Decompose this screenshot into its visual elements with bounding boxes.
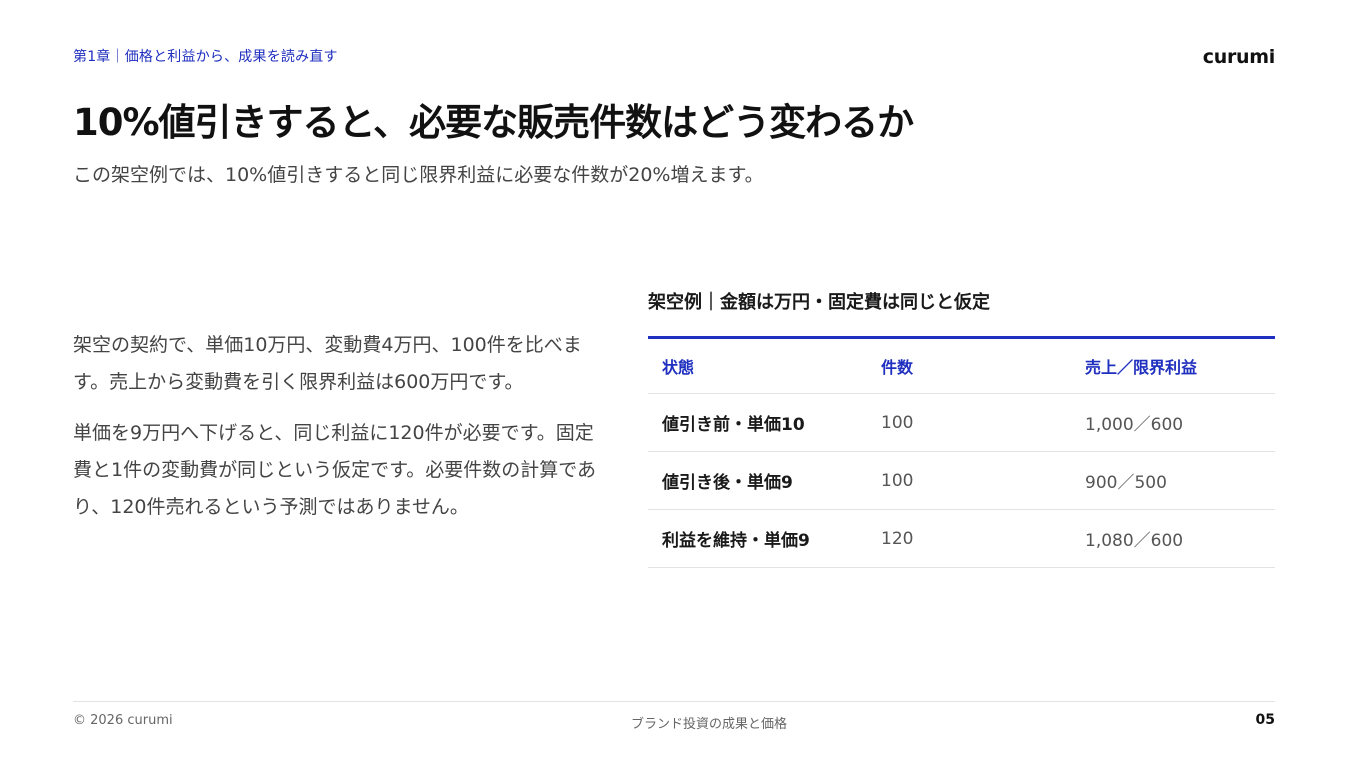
page-number: 05 (1255, 712, 1275, 728)
brand-logo: curumi (1202, 46, 1276, 68)
example-table-section: 架空例｜金額は万円・固定費は同じと仮定 状態 件数 売上／限界利益 値引き前・単… (648, 288, 1275, 568)
table-row: 利益を維持・単価9 120 1,080／600 (648, 509, 1275, 568)
cell-state: 値引き前・単価10 (648, 393, 867, 452)
table-row: 値引き前・単価10 100 1,000／600 (648, 393, 1275, 452)
footer-divider (73, 701, 1275, 702)
body-paragraph-2: 単価を9万円へ下げると、同じ利益に120件が必要です。固定費と1件の変動費が同じ… (73, 422, 596, 518)
column-header-sales-margin: 売上／限界利益 (1071, 337, 1275, 394)
body-paragraph-1: 架空の契約で、単価10万円、変動費4万円、100件を比べます。売上から変動費を引… (73, 334, 582, 393)
column-header-state: 状態 (648, 337, 867, 394)
cell-sales-margin: 1,000／600 (1071, 393, 1275, 452)
table-caption: 架空例｜金額は万円・固定費は同じと仮定 (648, 292, 990, 313)
example-table: 状態 件数 売上／限界利益 値引き前・単価10 100 1,000／600 値引… (648, 336, 1275, 568)
page-title: 10%値引きすると、必要な販売件数はどう変わるか (73, 101, 914, 144)
cell-state: 値引き後・単価9 (648, 451, 867, 510)
cell-sales-margin: 900／500 (1071, 451, 1275, 510)
cell-state: 利益を維持・単価9 (648, 509, 867, 568)
footer-deck-title: ブランド投資の成果と価格 (630, 717, 787, 732)
cell-count: 120 (867, 509, 1071, 568)
table-row: 値引き後・単価9 100 900／500 (648, 451, 1275, 510)
body-text: 架空の契約で、単価10万円、変動費4万円、100件を比べます。売上から変動費を引… (73, 327, 603, 540)
cell-count: 100 (867, 393, 1071, 452)
cell-count: 100 (867, 451, 1071, 510)
page-subtitle: この架空例では、10%値引きすると同じ限界利益に必要な件数が20%増えます。 (73, 164, 764, 186)
cell-sales-margin: 1,080／600 (1071, 509, 1275, 568)
chapter-label: 第1章｜価格と利益から、成果を読み直す (73, 49, 338, 65)
column-header-count: 件数 (867, 337, 1071, 394)
table-header-row: 状態 件数 売上／限界利益 (648, 337, 1275, 394)
